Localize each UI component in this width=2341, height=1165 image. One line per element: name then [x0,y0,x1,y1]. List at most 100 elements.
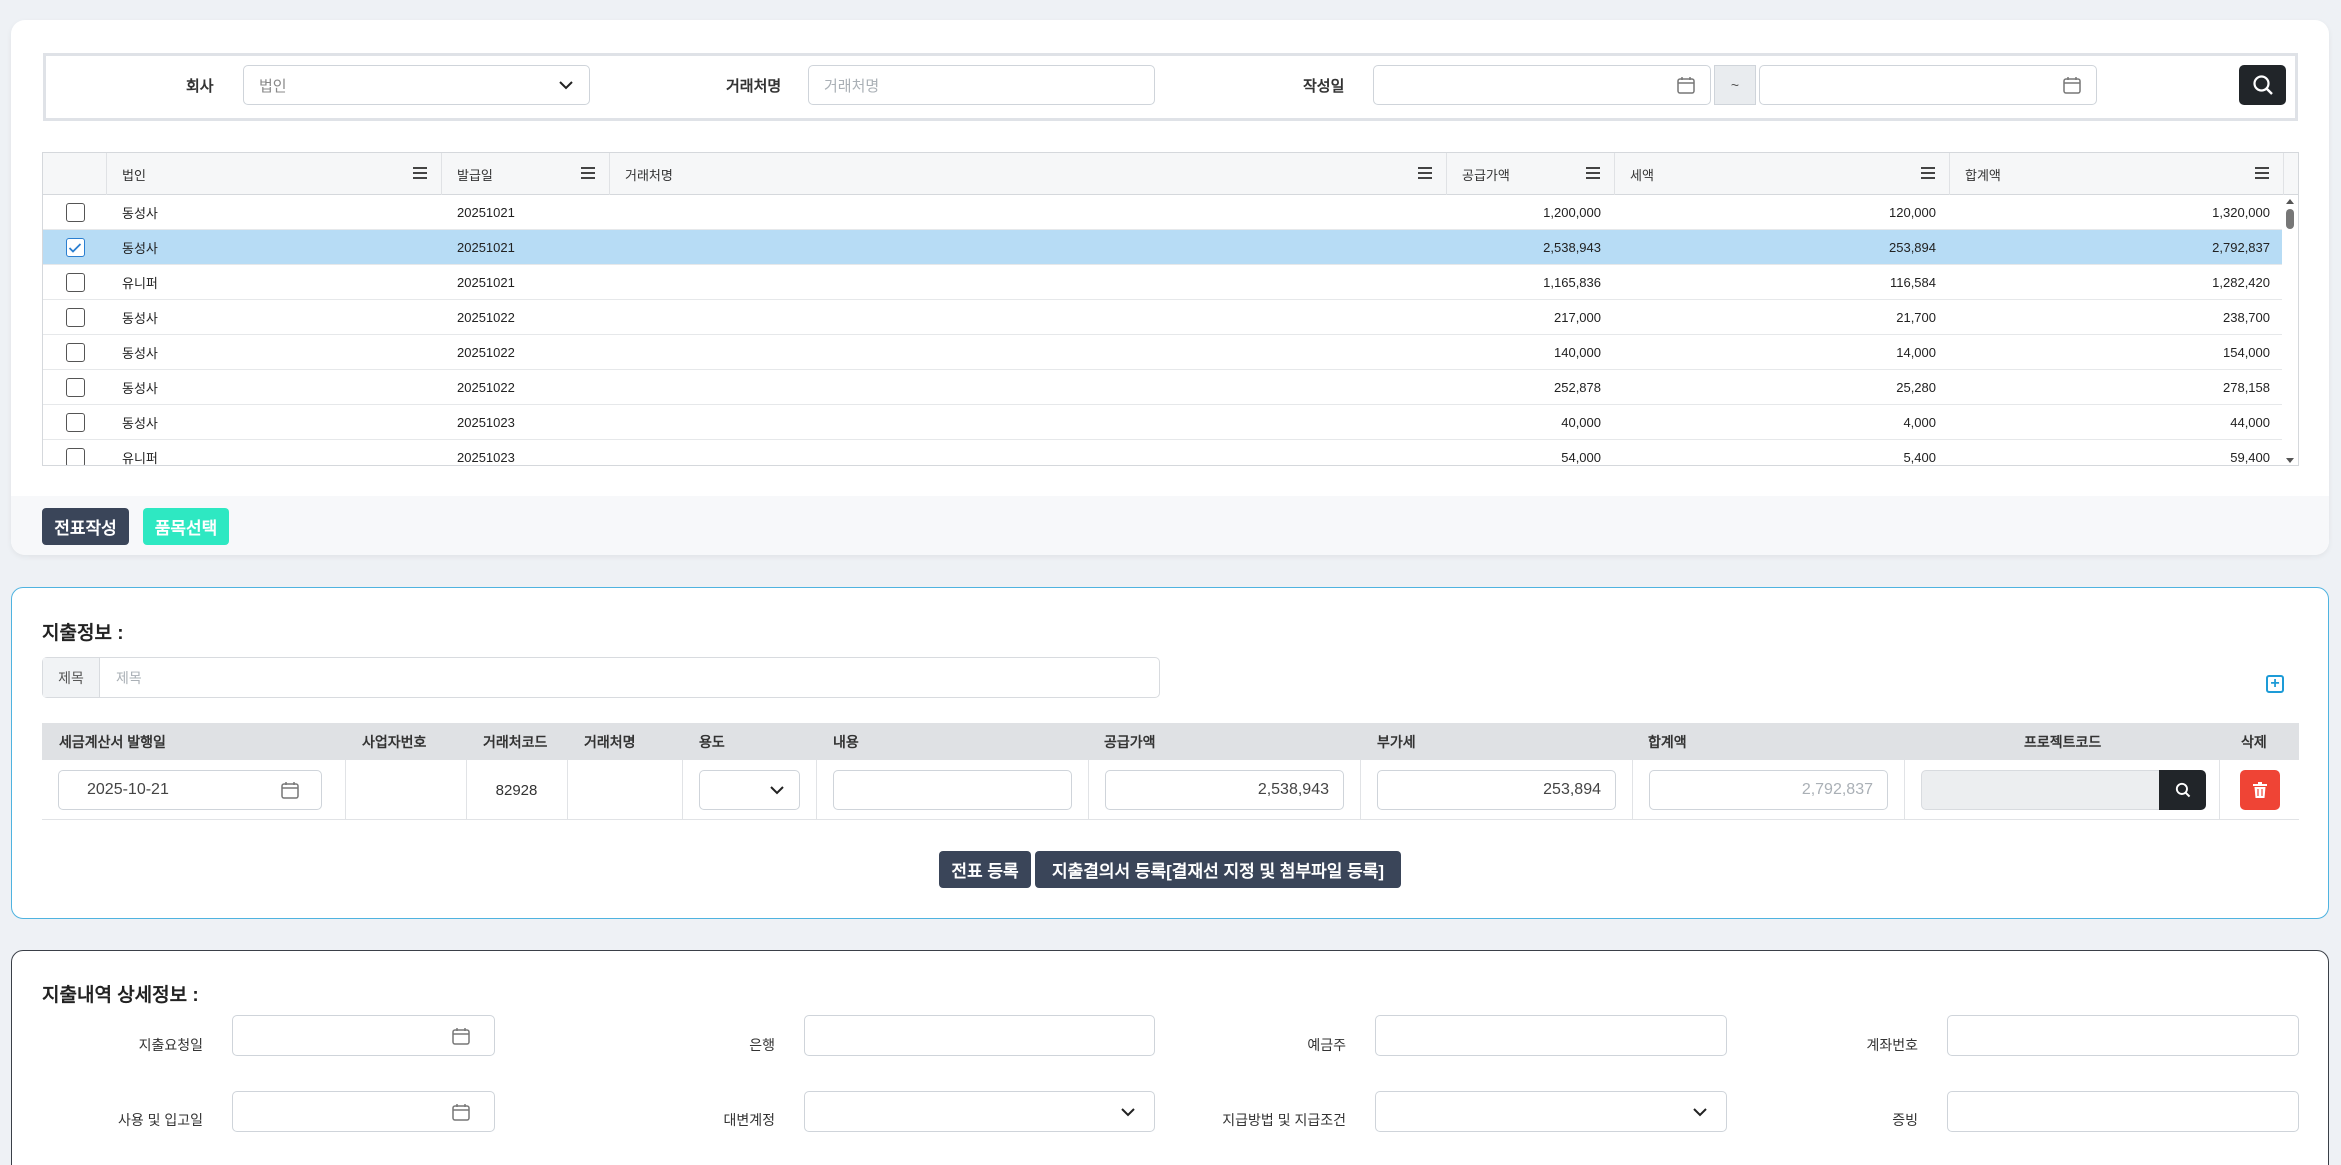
write-voucher-button[interactable]: 전표작성 [42,508,129,545]
grid-action-bar [11,496,2329,555]
grid-scrollbar[interactable] [2282,195,2298,466]
search-icon [2175,782,2190,798]
col-biz-no: 사업자번호 [362,733,427,750]
project-code-input[interactable] [1921,770,2160,810]
row-checkbox[interactable] [65,413,85,432]
col-header-corp[interactable]: 법인 [107,153,442,195]
col-vat: 부가세 [1377,733,1416,750]
chevron-down-icon [559,81,573,90]
cell-vendor [610,195,1447,230]
cell-total: 2,792,837 [2212,240,2270,255]
scroll-up-icon[interactable] [2282,195,2298,207]
col-header-supply[interactable]: 공급가액 [1447,153,1615,195]
row-checkbox-cell [43,440,107,465]
row-checkbox-cell [43,335,107,370]
row-checkbox-cell [43,195,107,230]
issue-date-input[interactable]: 2025-10-21 [58,770,322,810]
calendar-icon [2063,77,2081,94]
calendar-icon[interactable] [281,781,299,799]
chevron-down-icon [1121,1107,1135,1116]
register-voucher-button[interactable]: 전표 등록 [939,851,1031,888]
table-row[interactable]: 유니퍼 20251021 1,165,836 116,584 1,282,420 [43,265,2284,300]
table-row[interactable]: 동성사 20251023 40,000 4,000 44,000 [43,405,2284,440]
company-select[interactable]: 법인 [243,65,590,105]
menu-icon[interactable] [1921,167,1935,182]
cell-date: 20251022 [457,380,515,395]
menu-icon[interactable] [1418,167,1432,182]
row-checkbox[interactable] [65,238,85,257]
menu-icon[interactable] [581,167,595,182]
search-button[interactable] [2239,65,2286,105]
col-delete: 삭제 [2241,733,2267,750]
cell-total: 59,400 [2230,450,2270,465]
counter-account-select[interactable] [804,1091,1155,1132]
subject-input[interactable]: 제목 [100,658,1159,697]
table-row[interactable]: 동성사 20251021 2,538,943 253,894 2,792,837 [43,230,2284,265]
table-row[interactable]: 유니퍼 20251023 54,000 5,400 59,400 [43,440,2284,465]
select-item-button[interactable]: 품목선택 [143,508,229,545]
menu-icon[interactable] [413,167,427,182]
col-header-tax[interactable]: 세액 [1615,153,1950,195]
row-checkbox[interactable] [65,448,85,465]
cell-total: 44,000 [2230,415,2270,430]
vendor-placeholder: 거래처명 [824,77,880,95]
table-row[interactable]: 동성사 20251021 1,200,000 120,000 1,320,000 [43,195,2284,230]
cell-tax: 4,000 [1903,415,1936,430]
add-row-icon[interactable]: + [2266,675,2284,693]
col-supply: 공급가액 [1104,733,1156,750]
account-input[interactable] [1947,1015,2299,1056]
register-resolution-button[interactable]: 지출결의서 등록[결재선 지정 및 첨부파일 등록] [1035,851,1401,888]
date-to-input[interactable] [1759,65,2097,105]
row-checkbox[interactable] [65,273,85,292]
row-checkbox[interactable] [65,378,85,397]
use-date-input[interactable] [232,1091,495,1132]
cell-total: 238,700 [2223,310,2270,325]
row-checkbox-cell [43,370,107,405]
menu-icon[interactable] [1586,167,1600,182]
cell-supply: 140,000 [1554,345,1601,360]
calendar-icon[interactable] [452,1027,470,1045]
biz-no-value [345,760,466,820]
col-header-vendor[interactable]: 거래처명 [610,153,1447,195]
request-date-input[interactable] [232,1015,495,1056]
cell-total: 278,158 [2223,380,2270,395]
col-header-issue-date[interactable]: 발급일 [442,153,610,195]
calendar-icon[interactable] [452,1103,470,1121]
payment-method-select[interactable] [1375,1091,1727,1132]
col-header-total[interactable]: 합계액 [1950,153,2284,195]
table-row[interactable]: 동성사 20251022 217,000 21,700 238,700 [43,300,2284,335]
menu-icon[interactable] [2255,167,2269,182]
request-date-label: 지출요청일 [138,1037,203,1053]
scroll-thumb[interactable] [2286,209,2294,229]
row-checkbox[interactable] [65,203,85,222]
cell-corp: 동성사 [122,381,158,396]
expense-detail-panel [11,950,2329,1165]
total-amount-input: 2,792,837 [1649,770,1888,810]
purpose-select[interactable] [699,770,800,810]
supply-amount-input[interactable]: 2,538,943 [1105,770,1344,810]
table-row[interactable]: 동성사 20251022 140,000 14,000 154,000 [43,335,2284,370]
bank-input[interactable] [804,1015,1155,1056]
vendor-name-value [567,760,682,820]
cell-tax: 116,584 [1889,275,1936,290]
delete-row-button[interactable] [2240,770,2280,810]
table-row[interactable]: 동성사 20251022 252,878 25,280 278,158 [43,370,2284,405]
cell-supply: 252,878 [1554,380,1601,395]
search-icon [2252,75,2273,95]
subject-input-group[interactable]: 제목 제목 [42,657,1160,698]
project-search-button[interactable] [2159,770,2206,810]
vendor-search-input[interactable]: 거래처명 [808,65,1155,105]
depositor-input[interactable] [1375,1015,1727,1056]
cell-date: 20251021 [457,275,515,290]
date-label: 작성일 [1303,78,1345,95]
date-from-input[interactable] [1373,65,1711,105]
bank-label: 은행 [749,1037,775,1053]
row-checkbox[interactable] [65,343,85,362]
vat-amount-input[interactable]: 253,894 [1377,770,1616,810]
content-input[interactable] [833,770,1072,810]
scroll-down-icon[interactable] [2282,455,2298,466]
cell-tax: 120,000 [1889,205,1936,220]
evidence-input[interactable] [1947,1091,2299,1132]
cell-tax: 21,700 [1896,310,1936,325]
row-checkbox[interactable] [65,308,85,327]
